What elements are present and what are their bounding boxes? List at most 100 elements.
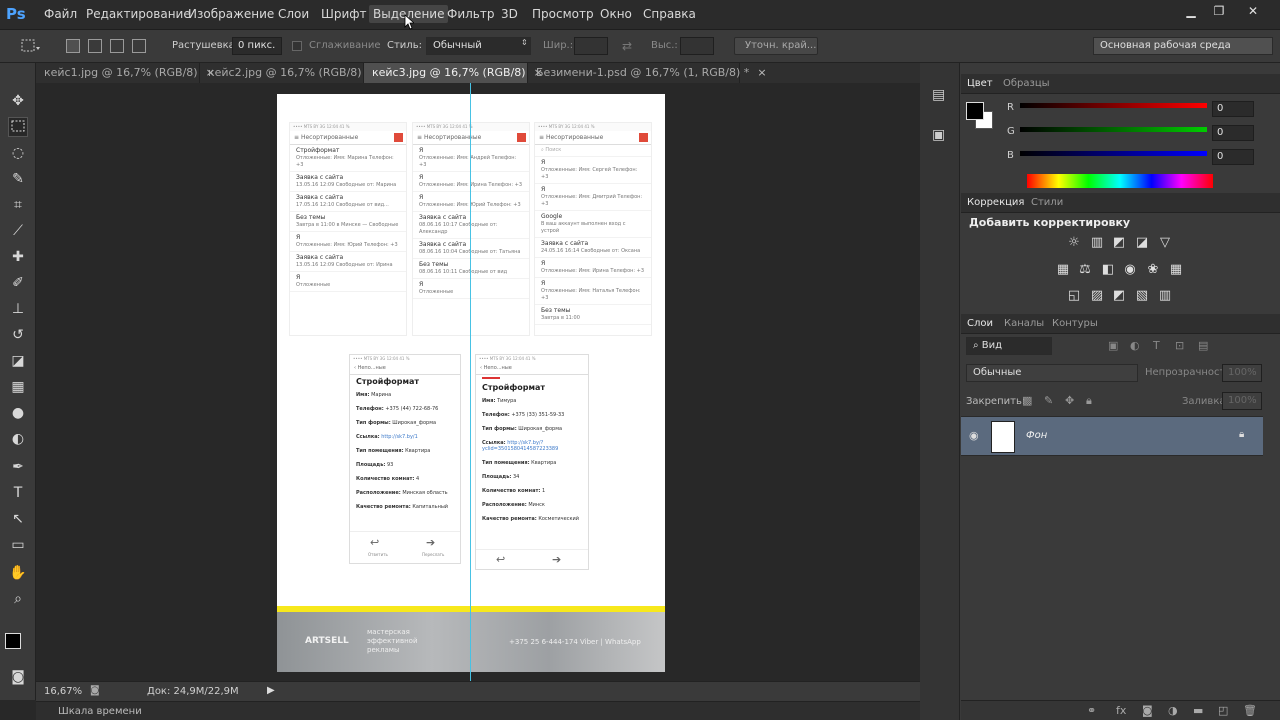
blend-mode-select[interactable]: Обычные: [966, 364, 1138, 382]
gradient-map-icon[interactable]: ▥: [1157, 289, 1173, 303]
blur-tool-icon[interactable]: ●: [8, 403, 28, 423]
height-input[interactable]: [680, 37, 714, 55]
pen-tool-icon[interactable]: ✒: [8, 457, 28, 477]
photo-filter-icon[interactable]: ◉: [1122, 263, 1138, 277]
tab-paths[interactable]: Контуры: [1052, 318, 1098, 329]
menu-help[interactable]: Справка: [643, 7, 696, 21]
menu-image[interactable]: Изображение: [188, 7, 274, 21]
brush-tool-icon[interactable]: ✐: [8, 273, 28, 293]
color-spectrum[interactable]: [1027, 174, 1213, 188]
width-input[interactable]: [574, 37, 608, 55]
vertical-guide[interactable]: [470, 83, 471, 681]
tab-swatches[interactable]: Образцы: [1003, 78, 1050, 89]
fg-color-swatch[interactable]: [966, 102, 984, 120]
restore-button[interactable]: ❐: [1206, 4, 1232, 18]
hue-saturation-icon[interactable]: ▦: [1055, 263, 1071, 277]
style-select[interactable]: Обычный: [426, 37, 531, 55]
quick-mask-icon[interactable]: ◙: [8, 667, 28, 687]
opacity-input[interactable]: 100%: [1222, 364, 1262, 382]
new-group-icon[interactable]: ▬: [1193, 704, 1203, 717]
tab-color[interactable]: Цвет: [967, 78, 993, 89]
layer-filter-select[interactable]: ⌕ Вид: [966, 337, 1052, 355]
brightness-icon[interactable]: ☼: [1066, 236, 1082, 250]
lasso-tool-icon[interactable]: ◌: [8, 143, 28, 163]
feather-input[interactable]: 0 пикс.: [232, 37, 282, 55]
green-value[interactable]: 0: [1212, 125, 1254, 141]
timeline-label[interactable]: Шкала времени: [58, 706, 142, 717]
fx-icon[interactable]: fx: [1116, 704, 1126, 717]
eyedropper-tool-icon[interactable]: ⟋: [8, 221, 28, 241]
rectangle-tool-icon[interactable]: ▭: [8, 535, 28, 555]
tab-adjustments[interactable]: Коррекция: [967, 197, 1024, 208]
blue-value[interactable]: 0: [1212, 149, 1254, 165]
tab-doc-1[interactable]: кейс1.jpg @ 16,7% (RGB/8) ×: [36, 63, 215, 83]
tab-styles[interactable]: Стили: [1031, 197, 1063, 208]
history-panel-icon[interactable]: ▤: [932, 87, 945, 103]
type-tool-icon[interactable]: T: [8, 483, 28, 503]
lock-position-icon[interactable]: ✥: [1065, 394, 1074, 407]
tab-doc-2[interactable]: кейс2.jpg @ 16,7% (RGB/8)×: [200, 63, 379, 83]
tab-doc-4[interactable]: Безимени-1.psd @ 16,7% (1, RGB/8) * ×: [528, 63, 767, 83]
exposure-icon[interactable]: ◪: [1134, 236, 1150, 250]
menu-window[interactable]: Окно: [600, 7, 632, 21]
vibrance-icon[interactable]: ▽: [1157, 236, 1173, 250]
healing-brush-tool-icon[interactable]: ✚: [8, 247, 28, 267]
filter-adjust-icon[interactable]: ◐: [1130, 339, 1140, 352]
channel-mixer-icon[interactable]: ❀: [1145, 263, 1161, 277]
crop-tool-icon[interactable]: ⌗: [8, 195, 28, 215]
levels-icon[interactable]: ▥: [1089, 236, 1105, 250]
stamp-tool-icon[interactable]: ⊥: [8, 299, 28, 319]
color-balance-icon[interactable]: ⚖: [1077, 263, 1093, 277]
menu-edit[interactable]: Редактирование: [86, 7, 191, 21]
intersect-selection-icon[interactable]: [132, 39, 146, 53]
marquee-preset-icon[interactable]: [20, 38, 42, 54]
lock-all-icon[interactable]: 🔒︎: [1086, 394, 1092, 408]
selective-color-icon[interactable]: ▧: [1134, 289, 1150, 303]
green-slider[interactable]: [1020, 127, 1207, 132]
layer-name[interactable]: Фон: [1026, 430, 1047, 441]
subtract-selection-icon[interactable]: [110, 39, 124, 53]
move-tool-icon[interactable]: ✥: [8, 91, 28, 111]
new-selection-icon[interactable]: [66, 39, 80, 53]
close-window-button[interactable]: ✕: [1240, 4, 1266, 18]
lock-pixels-icon[interactable]: ✎: [1044, 394, 1053, 407]
gradient-tool-icon[interactable]: ▦: [8, 377, 28, 397]
document-canvas[interactable]: •••• MTS BY 3G 12:04 41 % ≡ Несортирован…: [277, 94, 665, 672]
foreground-color-swatch[interactable]: [5, 633, 21, 649]
workspace-select[interactable]: Основная рабочая среда: [1093, 37, 1273, 55]
new-layer-icon[interactable]: ◰: [1218, 704, 1228, 717]
filter-shape-icon[interactable]: ⊡: [1175, 339, 1184, 352]
delete-layer-icon[interactable]: 🗑︎: [1243, 704, 1257, 717]
zoom-tool-icon[interactable]: ⌕: [8, 589, 28, 609]
lock-transparent-icon[interactable]: ▩: [1022, 394, 1032, 407]
menu-3d[interactable]: 3D: [501, 7, 518, 21]
menu-file[interactable]: Файл: [44, 7, 77, 21]
menu-layers[interactable]: Слои: [278, 7, 309, 21]
filter-smart-icon[interactable]: ▤: [1198, 339, 1208, 352]
zoom-level[interactable]: 16,67%: [44, 686, 82, 697]
red-value[interactable]: 0: [1212, 101, 1254, 117]
add-selection-icon[interactable]: [88, 39, 102, 53]
black-white-icon[interactable]: ◧: [1100, 263, 1116, 277]
quick-select-tool-icon[interactable]: ✎: [8, 169, 28, 189]
visibility-eye-icon[interactable]: ◉: [969, 429, 979, 442]
blue-slider[interactable]: [1020, 151, 1207, 156]
link-layers-icon[interactable]: ⚭: [1087, 704, 1096, 717]
invert-icon[interactable]: ◱: [1066, 289, 1082, 303]
new-fill-layer-icon[interactable]: ◑: [1168, 704, 1178, 717]
filter-pixel-icon[interactable]: ▣: [1108, 339, 1118, 352]
add-mask-icon[interactable]: ◙: [1142, 704, 1153, 717]
dodge-tool-icon[interactable]: ◐: [8, 429, 28, 449]
properties-panel-icon[interactable]: ▣: [932, 127, 945, 143]
curves-icon[interactable]: ◩: [1111, 236, 1127, 250]
eraser-tool-icon[interactable]: ◪: [8, 351, 28, 371]
close-tab-icon[interactable]: ×: [757, 66, 766, 79]
menu-type[interactable]: Шрифт: [321, 7, 367, 21]
posterize-icon[interactable]: ▨: [1089, 289, 1105, 303]
menu-view[interactable]: Просмотр: [532, 7, 594, 21]
rect-marquee-tool-icon[interactable]: [8, 117, 28, 137]
red-slider[interactable]: [1020, 103, 1207, 108]
antialias-checkbox[interactable]: [292, 41, 302, 51]
path-select-tool-icon[interactable]: ↖: [8, 509, 28, 529]
tab-doc-3[interactable]: кейс3.jpg @ 16,7% (RGB/8) ×: [364, 63, 543, 83]
